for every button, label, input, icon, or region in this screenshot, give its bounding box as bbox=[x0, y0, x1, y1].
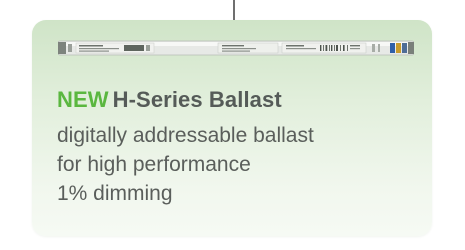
stage: NEW H-Series Ballast digitally addressabl… bbox=[0, 0, 465, 250]
product-title: H-Series Ballast bbox=[112, 87, 282, 112]
description-line: 1% dimming bbox=[57, 182, 173, 205]
connector-line bbox=[233, 0, 235, 20]
product-headline: NEW H-Series Ballast bbox=[57, 86, 282, 114]
description-line: for high performance bbox=[57, 153, 251, 176]
product-card[interactable]: NEW H-Series Ballast digitally addressabl… bbox=[32, 20, 432, 236]
description-line: digitally addressable ballast bbox=[57, 124, 314, 147]
ballast-product-image bbox=[58, 40, 414, 56]
product-description: digitally addressable ballast for high p… bbox=[57, 121, 417, 208]
new-badge: NEW bbox=[57, 87, 109, 112]
